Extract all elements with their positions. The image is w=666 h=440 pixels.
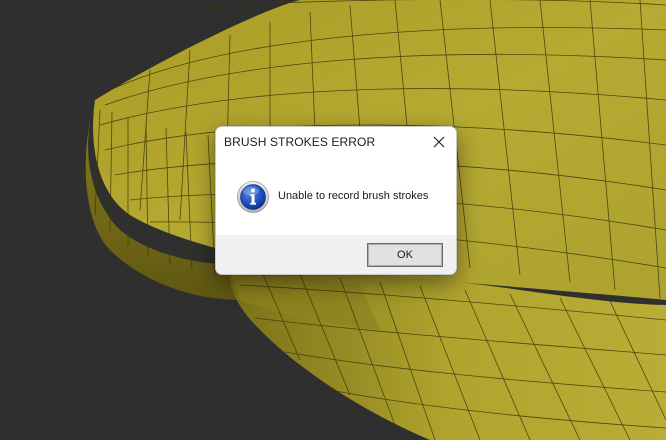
close-button[interactable]: [422, 127, 456, 157]
dialog-content: Unable to record brush strokes: [216, 157, 456, 235]
dialog-message: Unable to record brush strokes: [278, 190, 429, 202]
dialog-title: BRUSH STROKES ERROR: [224, 135, 376, 149]
ok-button[interactable]: OK: [367, 243, 443, 267]
dialog-footer: OK: [216, 235, 456, 274]
close-icon: [433, 136, 445, 148]
info-icon: [237, 181, 269, 213]
dialog-titlebar[interactable]: BRUSH STROKES ERROR: [216, 127, 456, 157]
error-dialog: BRUSH STROKES ERROR Unable to record bru…: [215, 126, 457, 275]
